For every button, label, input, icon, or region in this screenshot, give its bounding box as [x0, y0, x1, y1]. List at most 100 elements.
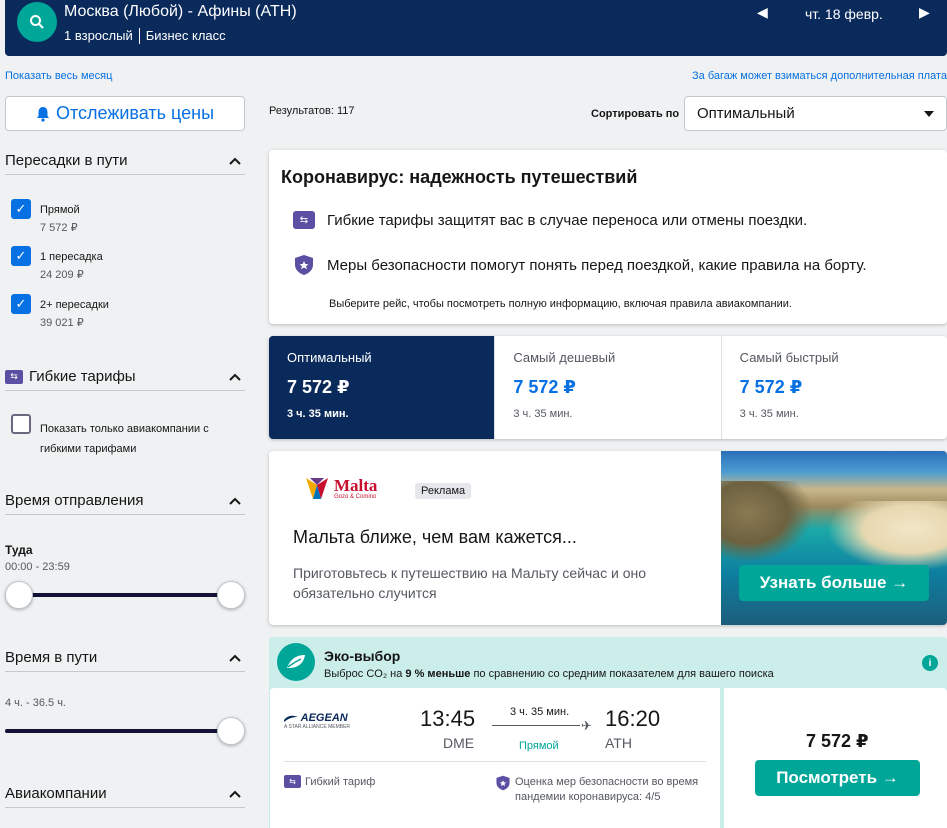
- duration-slider-max-handle[interactable]: [217, 717, 245, 745]
- tab-best-label: Оптимальный: [287, 350, 372, 365]
- duration-filter-header[interactable]: Время в пути: [5, 644, 245, 672]
- aegean-logo: AEGEAN A STAR ALLIANCE MEMBER: [284, 712, 350, 730]
- info-icon[interactable]: i: [922, 655, 938, 671]
- malta-logo: Malta Gozo & Comino: [304, 475, 377, 501]
- shield-icon: [496, 775, 510, 791]
- view-flight-button[interactable]: Посмотреть →: [755, 760, 920, 796]
- arrival-airport: ATH: [605, 735, 632, 751]
- ad-learn-more-button[interactable]: Узнать больше →: [739, 565, 929, 601]
- tab-best[interactable]: Оптимальный 7 572 ₽ 3 ч. 35 мин.: [269, 336, 496, 439]
- safety-rating: Оценка мер безопасности во время пандеми…: [495, 775, 705, 805]
- chevron-up-icon: [229, 497, 241, 505]
- departure-slider-max-handle[interactable]: [217, 581, 245, 609]
- track-prices-label: Отслеживать цены: [55, 103, 215, 123]
- results-count: Результатов: 117: [269, 105, 355, 117]
- covid-title: Коронавирус: надежность путешествий: [281, 167, 638, 187]
- flight-stops: Прямой: [519, 740, 559, 752]
- route-title: Москва (Любой) - Афины (ATH): [64, 3, 297, 20]
- departure-slider-track[interactable]: [5, 593, 231, 597]
- flexible-ticket-icon: ⇆: [293, 211, 315, 229]
- tab-fastest[interactable]: Самый быстрый 7 572 ₽ 3 ч. 35 мин.: [722, 336, 947, 439]
- departure-slider-min-handle[interactable]: [5, 581, 33, 609]
- safety-rating-text: Оценка мер безопасности во время пандеми…: [515, 776, 699, 803]
- baggage-fee-link[interactable]: За багаж может взиматься дополнительная …: [692, 70, 947, 82]
- departure-filter-title: Время отправления: [5, 492, 144, 509]
- ad-description: Приготовьтесь к путешествию на Мальту се…: [293, 565, 646, 601]
- caret-down-icon: [924, 110, 934, 117]
- stops-one-price: 24 209 ₽: [40, 269, 84, 281]
- tab-best-price: 7 572 ₽: [287, 377, 350, 397]
- airlines-filter-header[interactable]: Авиакомпании: [5, 780, 245, 808]
- airlines-filter-title: Авиакомпании: [5, 785, 107, 802]
- prev-date-arrow-icon[interactable]: ◀: [757, 4, 768, 21]
- tab-cheapest-price: 7 572 ₽: [513, 377, 576, 397]
- flight-card[interactable]: AEGEAN A STAR ALLIANCE MEMBER 13:45 DME …: [270, 688, 720, 828]
- stops-filter-header[interactable]: Пересадки в пути: [5, 147, 245, 175]
- stops-two-plus-label: 2+ пересадки: [40, 299, 109, 311]
- flex-only-label: Показать только авиакомпании с гибкими т…: [40, 423, 209, 455]
- flexible-ticket-icon: ⇆: [284, 775, 301, 788]
- ad-title: Мальта ближе, чем вам кажется...: [293, 527, 577, 547]
- covid-info-card: Коронавирус: надежность путешествий ⇆ Ги…: [269, 150, 947, 324]
- malta-logo-icon: [306, 478, 328, 499]
- stops-filter-title: Пересадки в пути: [5, 152, 128, 169]
- chevron-up-icon: [229, 790, 241, 798]
- duration-filter-title: Время в пути: [5, 649, 98, 666]
- search-button[interactable]: [17, 2, 57, 42]
- stops-direct-checkbox[interactable]: ✓: [11, 199, 31, 219]
- sort-select[interactable]: Оптимальный: [684, 96, 947, 131]
- flex-only-checkbox[interactable]: [11, 414, 31, 434]
- airline-alliance: A STAR ALLIANCE MEMBER: [284, 724, 351, 730]
- stops-one-label: 1 пересадка: [40, 251, 103, 263]
- stops-direct-price: 7 572 ₽: [40, 222, 78, 234]
- eco-subtitle: Выброс CO₂ на 9 % меньше по сравнению со…: [324, 668, 774, 680]
- cabin-class: Бизнес класс: [145, 28, 226, 43]
- flight-divider: [284, 761, 706, 762]
- eco-sub-suffix: по сравнению со средним показателем для …: [470, 668, 774, 680]
- track-prices-button[interactable]: Отслеживать цены: [5, 96, 245, 131]
- flexible-fare-tag: ⇆ Гибкий тариф: [284, 775, 375, 788]
- tab-cheapest-label: Самый дешевый: [513, 350, 616, 365]
- sort-label: Сортировать по: [591, 108, 680, 120]
- flight-duration: 3 ч. 35 мин.: [510, 706, 570, 718]
- plane-icon: ✈: [581, 718, 592, 733]
- price-box: 7 572 ₽ Посмотреть →: [724, 688, 947, 828]
- sort-tabs: Оптимальный 7 572 ₽ 3 ч. 35 мин. Самый д…: [269, 336, 947, 439]
- eco-title: Эко-выбор: [324, 648, 401, 664]
- sort-selected-value: Оптимальный: [697, 105, 795, 122]
- tab-fastest-price: 7 572 ₽: [739, 377, 803, 397]
- next-date-arrow-icon[interactable]: ▶: [919, 4, 930, 21]
- stops-two-plus-checkbox[interactable]: ✓: [11, 294, 31, 314]
- ad-banner[interactable]: Malta Gozo & Comino Реклама Мальта ближе…: [269, 451, 947, 625]
- covid-line-flex: Гибкие тарифы защитят вас в случае перен…: [327, 211, 808, 229]
- flex-filter-header[interactable]: ⇆ Гибкие тарифы: [5, 363, 245, 391]
- departure-filter-header[interactable]: Время отправления: [5, 487, 245, 515]
- shield-icon: [295, 255, 313, 275]
- airline-name: AEGEAN: [284, 712, 350, 724]
- departure-range: 00:00 - 23:59: [5, 561, 70, 573]
- bell-icon: [36, 106, 49, 122]
- ticket-icon: ⇆: [5, 369, 23, 384]
- separator: [138, 28, 140, 44]
- ad-badge: Реклама: [415, 483, 472, 499]
- airline-name-text: AEGEAN: [300, 712, 348, 724]
- travel-date[interactable]: чт. 18 февр.: [805, 6, 883, 22]
- outbound-label: Туда: [5, 543, 33, 557]
- malta-brand-sub: Gozo & Comino: [334, 493, 377, 500]
- chevron-up-icon: [229, 654, 241, 662]
- arrival-time: 16:20: [605, 706, 661, 731]
- flight-line: [492, 725, 580, 726]
- tab-cheapest[interactable]: Самый дешевый 7 572 ₽ 3 ч. 35 мин.: [495, 336, 722, 439]
- stops-one-checkbox[interactable]: ✓: [11, 246, 31, 266]
- tab-cheapest-duration: 3 ч. 35 мин.: [513, 408, 573, 420]
- search-summary-bar[interactable]: Москва (Любой) - Афины (ATH) 1 взрослый …: [5, 0, 947, 56]
- show-month-link[interactable]: Показать весь месяц: [5, 70, 112, 82]
- chevron-up-icon: [229, 373, 241, 381]
- search-icon: [30, 15, 44, 29]
- malta-brand: Malta: [334, 475, 378, 495]
- covid-line-safety: Меры безопасности помогут понять перед п…: [327, 256, 867, 274]
- duration-slider-track[interactable]: [5, 729, 231, 733]
- eco-sub-prefix: Выброс CO₂ на: [324, 668, 406, 680]
- flexible-fare-label: Гибкий тариф: [305, 775, 376, 788]
- passengers-count: 1 взрослый: [64, 28, 133, 43]
